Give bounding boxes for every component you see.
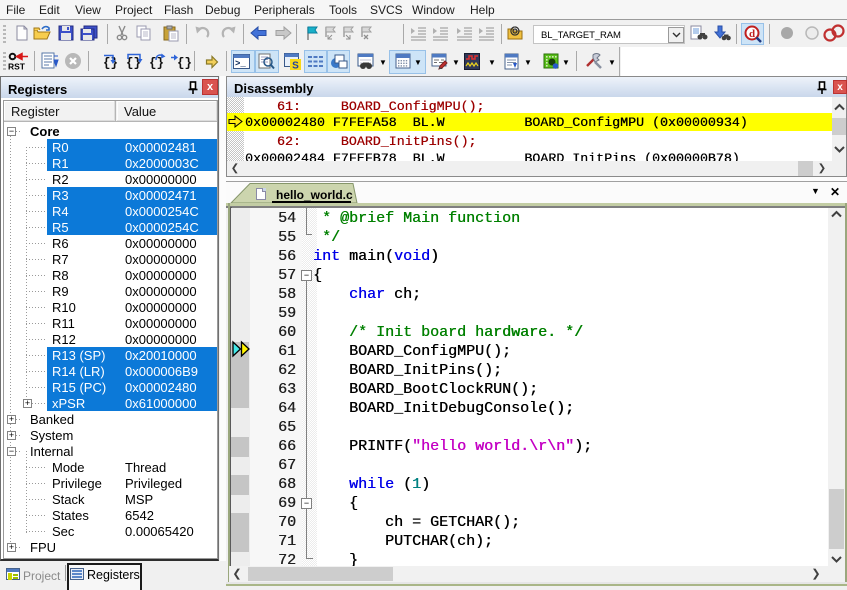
svg-text:d: d [749,28,755,40]
svg-text:{}: {} [177,57,192,71]
svg-text:S: S [292,61,299,72]
svg-text:{}: {} [103,57,118,71]
svg-text:RST: RST [8,62,26,72]
svg-text:>_: >_ [235,59,246,69]
